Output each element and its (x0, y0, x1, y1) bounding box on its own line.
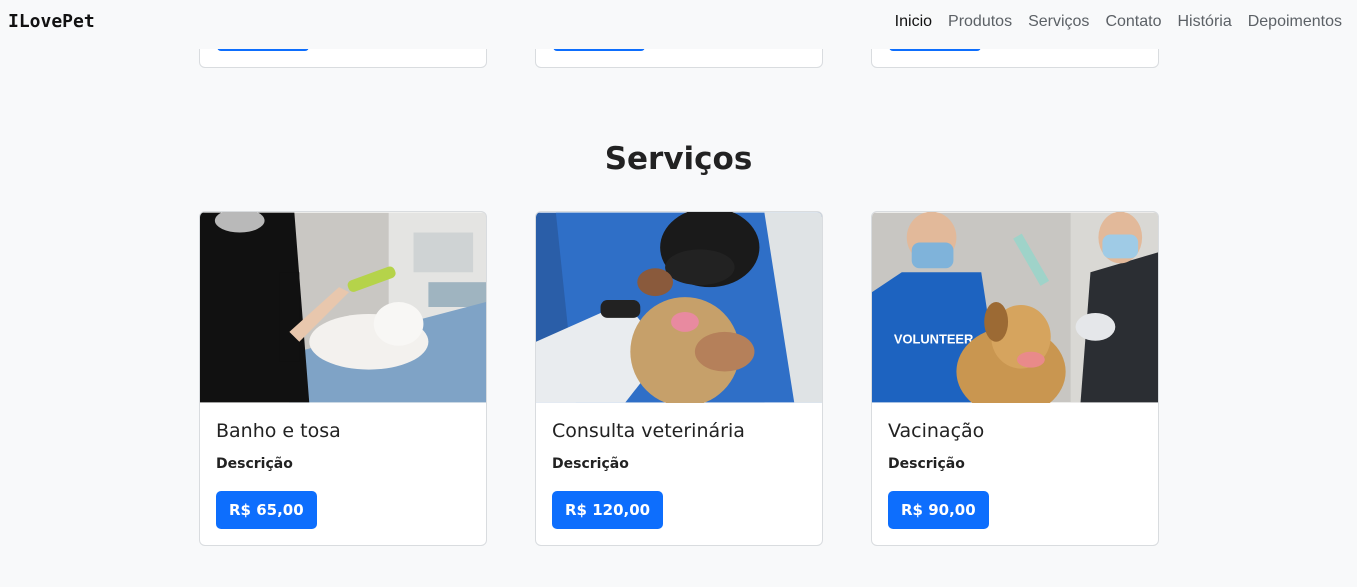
price-button[interactable]: R$ 120,00 (552, 491, 664, 529)
price-button[interactable]: R$ 90,00 (888, 491, 989, 529)
card-title: Consulta veterinária (552, 420, 745, 442)
price-button[interactable]: R$ 65,00 (216, 491, 317, 529)
brand-logo[interactable]: ILovePet (8, 11, 95, 32)
nav-link-contato[interactable]: Contato (1105, 13, 1161, 31)
card-description: Descrição (216, 456, 293, 472)
nav-link-produtos[interactable]: Produtos (948, 13, 1012, 31)
service-card-banho-tosa: Banho e tosa Descrição R$ 65,00 (199, 211, 487, 546)
nav-link-historia[interactable]: História (1177, 13, 1231, 31)
nav-link-depoimentos[interactable]: Depoimentos (1248, 13, 1342, 31)
nav-links: Inicio Produtos Serviços Contato Históri… (895, 13, 1342, 31)
section-title: Serviços (604, 141, 753, 177)
service-card-vacinacao: VOLUNTEER Vacinação Descrição R$ 90,00 (871, 211, 1159, 546)
service-card-consulta: Consulta veterinária Descrição R$ 120,00 (535, 211, 823, 546)
card-description: Descrição (888, 456, 965, 472)
nav-link-servicos[interactable]: Serviços (1028, 13, 1089, 31)
card-title: Banho e tosa (216, 420, 341, 442)
card-description: Descrição (552, 456, 629, 472)
navbar: ILovePet Inicio Produtos Serviços Contat… (0, 0, 1357, 49)
svg-text:VOLUNTEER: VOLUNTEER (894, 332, 974, 347)
card-title: Vacinação (888, 420, 985, 442)
cat-grooming-photo (200, 212, 486, 403)
dog-vaccination-photo: VOLUNTEER (872, 212, 1158, 403)
nav-link-inicio[interactable]: Inicio (895, 13, 932, 31)
vet-checkup-photo (536, 212, 822, 403)
